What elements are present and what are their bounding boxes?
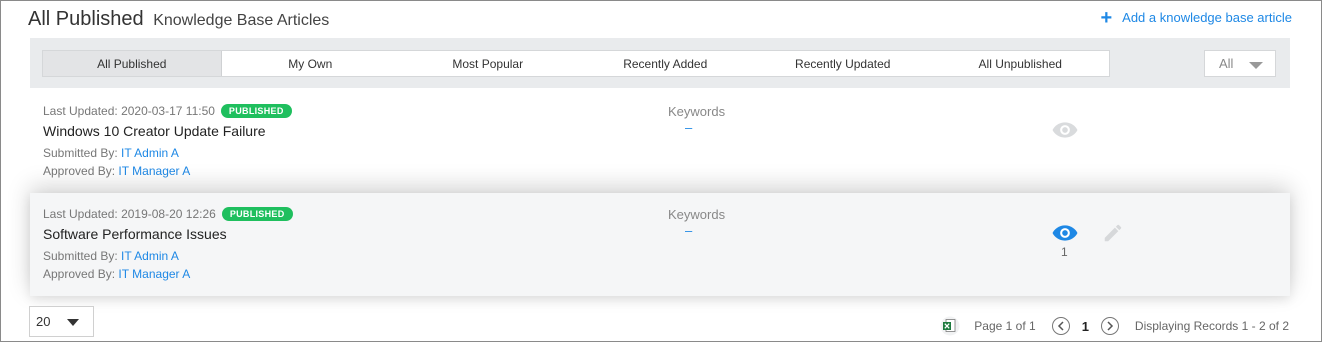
article-row[interactable]: Last Updated: 2019-08-20 12:26 PUBLISHED… <box>30 193 1290 296</box>
last-updated: Last Updated: 2020-03-17 11:50 PUBLISHED <box>43 104 292 118</box>
tab-recently-added[interactable]: Recently Added <box>577 51 755 76</box>
page-title: All Published Knowledge Base Articles <box>28 8 329 31</box>
chevron-down-icon <box>67 319 79 326</box>
submitted-by-link[interactable]: IT Admin A <box>121 146 179 160</box>
eye-icon[interactable] <box>1052 224 1078 242</box>
view-count: 1 <box>1061 245 1068 259</box>
current-page[interactable]: 1 <box>1082 319 1089 334</box>
tab-recently-updated[interactable]: Recently Updated <box>754 51 932 76</box>
tab-my-own[interactable]: My Own <box>222 51 400 76</box>
tab-all-unpublished[interactable]: All Unpublished <box>932 51 1110 76</box>
eye-icon[interactable] <box>1052 121 1078 139</box>
approved-by: Approved By: IT Manager A <box>43 267 190 281</box>
page-title-main: All Published <box>28 8 144 30</box>
keywords-value: – <box>685 223 693 238</box>
status-badge: PUBLISHED <box>220 104 292 118</box>
status-badge: PUBLISHED <box>221 207 293 221</box>
submitted-by-link[interactable]: IT Admin A <box>121 249 179 263</box>
excel-icon[interactable] <box>940 316 960 336</box>
article-row[interactable]: Last Updated: 2020-03-17 11:50 PUBLISHED… <box>30 90 1290 190</box>
tab-list: All Published My Own Most Popular Recent… <box>42 50 1110 77</box>
submitted-by: Submitted By: IT Admin A <box>43 249 179 263</box>
last-updated-value: 2019-08-20 12:26 <box>121 207 216 221</box>
article-title[interactable]: Windows 10 Creator Update Failure <box>43 123 266 139</box>
page-size-select[interactable]: 20 <box>29 306 94 337</box>
chevron-down-icon <box>1249 62 1263 69</box>
page-header: All Published Knowledge Base Articles + … <box>28 8 1292 32</box>
approved-by-label: Approved By: <box>43 267 116 281</box>
tab-all-published[interactable]: All Published <box>43 51 222 76</box>
pencil-icon[interactable] <box>1102 222 1124 244</box>
page-subtitle: Knowledge Base Articles <box>153 12 330 29</box>
submitted-by-label: Submitted By: <box>43 146 118 160</box>
pagination: Page 1 of 1 1 Displaying Records 1 - 2 o… <box>940 315 1289 337</box>
approved-by-label: Approved By: <box>43 164 116 178</box>
keywords-label: Keywords <box>668 104 726 119</box>
approved-by-link[interactable]: IT Manager A <box>118 164 190 178</box>
page-info: Page 1 of 1 <box>974 319 1036 333</box>
article-title[interactable]: Software Performance Issues <box>43 226 227 242</box>
last-updated-label: Last Updated: <box>43 207 118 221</box>
chevron-right-icon[interactable] <box>1100 317 1119 335</box>
last-updated-label: Last Updated: <box>43 104 118 118</box>
approved-by-link[interactable]: IT Manager A <box>118 267 190 281</box>
tab-most-popular[interactable]: Most Popular <box>399 51 577 76</box>
submitted-by-label: Submitted By: <box>43 249 118 263</box>
keywords-label: Keywords <box>668 207 726 222</box>
add-article-label: Add a knowledge base article <box>1122 10 1292 25</box>
last-updated-value: 2020-03-17 11:50 <box>121 104 215 118</box>
chevron-left-icon[interactable] <box>1051 317 1070 335</box>
add-article-link[interactable]: + Add a knowledge base article <box>1100 6 1292 29</box>
tab-bar: All Published My Own Most Popular Recent… <box>30 38 1290 88</box>
plus-icon: + <box>1100 6 1113 29</box>
page-size-value: 20 <box>36 314 51 329</box>
keywords-value: – <box>685 120 693 135</box>
approved-by: Approved By: IT Manager A <box>43 164 190 178</box>
filter-dropdown[interactable]: All <box>1204 50 1276 77</box>
last-updated: Last Updated: 2019-08-20 12:26 PUBLISHED <box>43 207 293 221</box>
records-info: Displaying Records 1 - 2 of 2 <box>1134 319 1289 333</box>
submitted-by: Submitted By: IT Admin A <box>43 146 179 160</box>
filter-value: All <box>1219 56 1234 71</box>
